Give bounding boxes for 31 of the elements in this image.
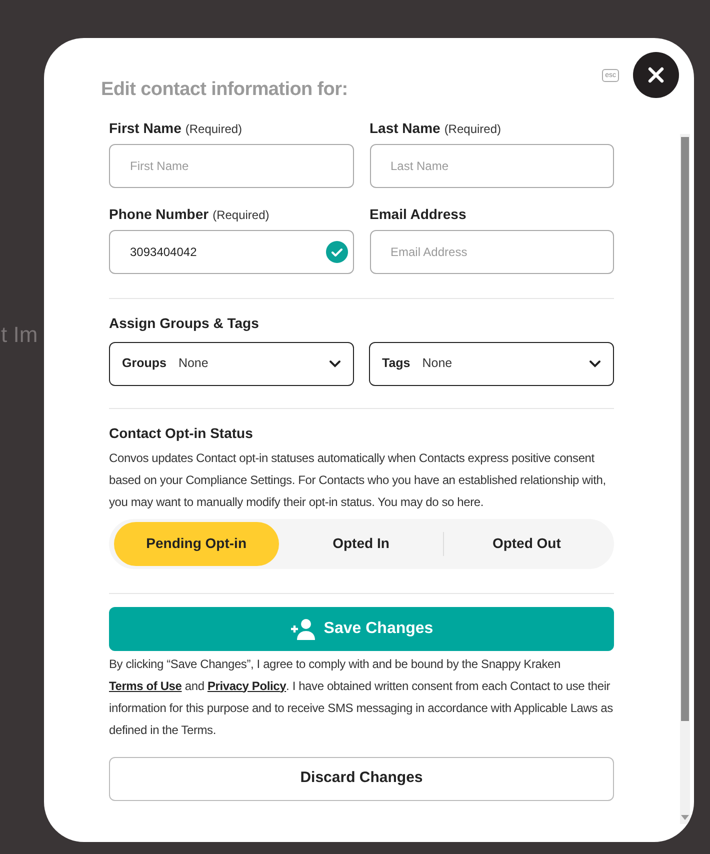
chevron-down-icon [329,360,341,368]
check-icon [326,240,348,262]
field-label: First Name [109,118,182,138]
field-label: Email Address [370,204,466,224]
required-note: (Required) [185,120,242,138]
chevron-down-icon [589,360,601,368]
dropdown[interactable]: Groups None [109,342,354,386]
opt-in-option[interactable]: Opted In [278,522,444,566]
input-field[interactable]: Email Address [370,230,614,274]
input-field[interactable]: 3093404042 [109,230,354,274]
terms-link[interactable]: Terms of Use [109,678,182,692]
add-user-icon [290,618,316,640]
opt-in-description: Convos updates Contact opt-in statuses automatically when Contacts express positive consent based on your Compliance Settings. For Contacts who you have an established relationship with, you may want to manually modify their opt-in status. You may do so here. [109,450,607,510]
close-button[interactable] [633,52,679,98]
dialog-title: Edit contact information for: [101,78,348,102]
close-icon [648,67,664,83]
opt-in-option[interactable]: Pending Opt-in [114,522,279,566]
input-field[interactable]: First Name [109,144,354,188]
background-text: t Im [1,321,38,349]
section-title: Contact Opt-in Status [109,424,254,443]
input-field[interactable]: Last Name [370,144,614,188]
section-title: Assign Groups & Tags [109,314,260,333]
discard-button[interactable]: Discard Changes [109,756,614,800]
privacy-link[interactable]: Privacy Policy [207,678,286,692]
agreement-text: By clicking “Save Changes”, I agree to comply with and be bound by the Snappy Kraken Terms of Use and Privacy Policy. I have obtained written consent from each Contact to use their information for this purpose and to receive SMS messaging in accordance with Applicable Laws as defined in the Terms. [109,656,614,738]
opt-in-option[interactable]: Opted Out [444,522,610,566]
field-label: Phone Number [109,204,209,224]
required-note: (Required) [444,120,502,138]
required-note: (Required) [212,206,270,224]
dropdown[interactable]: Tags None [369,342,614,386]
field-label: Last Name [370,118,440,138]
